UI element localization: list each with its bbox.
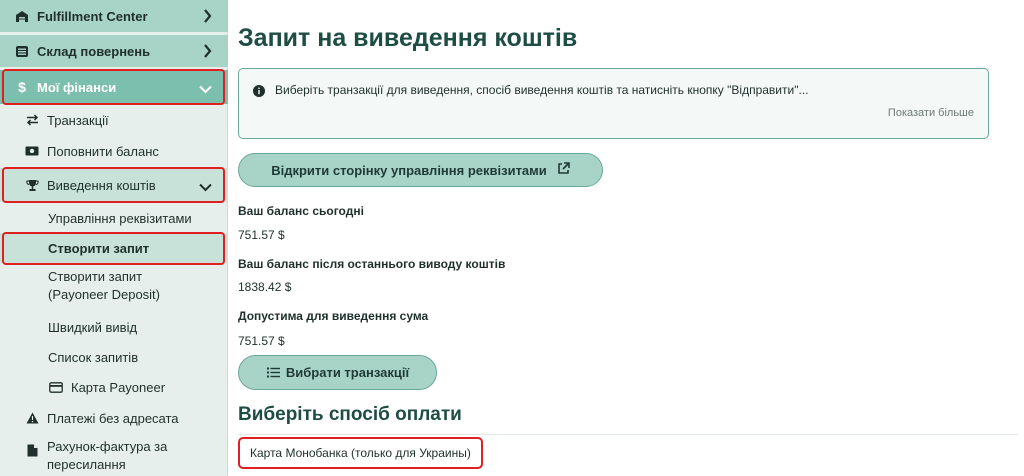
sidebar-item-topup[interactable]: Поповнити баланс bbox=[0, 137, 228, 165]
sidebar-item-create-request-payoneer[interactable]: Створити запит (Payoneer Deposit) bbox=[0, 268, 228, 308]
sidebar-item-label: Платежі без адресата bbox=[47, 410, 179, 426]
open-requisites-label: Відкрити сторінку управління реквізитами bbox=[271, 162, 547, 178]
allowed-amount-value: 751.57 $ bbox=[238, 334, 285, 348]
sidebar-item-label: Список запитів bbox=[48, 349, 139, 365]
info-icon bbox=[253, 84, 265, 102]
sidebar-item-withdrawal[interactable]: Виведення коштів bbox=[0, 168, 228, 202]
sidebar-item-returns[interactable]: Склад повернень bbox=[0, 35, 228, 67]
sidebar-item-label: Мої фінанси bbox=[37, 79, 117, 95]
payment-method-row: Карта Монобанка (только для Украины) bbox=[238, 434, 1018, 470]
exchange-arrows-icon bbox=[24, 112, 40, 128]
list-icon bbox=[266, 365, 282, 381]
chevron-down-icon bbox=[199, 180, 212, 195]
sidebar-item-fulfillment[interactable]: Fulfillment Center bbox=[0, 0, 228, 32]
open-requisites-button[interactable]: Відкрити сторінку управління реквізитами bbox=[238, 153, 603, 187]
sidebar-item-quick-withdrawal[interactable]: Швидкий вивід bbox=[0, 313, 228, 341]
money-bill-icon bbox=[24, 143, 40, 159]
warehouse-icon bbox=[14, 8, 30, 24]
sidebar-item-label: Карта Payoneer bbox=[71, 379, 166, 395]
sidebar: Fulfillment Center Склад повернень $ Мої… bbox=[0, 0, 228, 476]
sidebar-item-label: Рахунок-фактура за пересилання bbox=[47, 439, 168, 472]
sidebar-item-label: Створити запит bbox=[48, 240, 150, 256]
sidebar-item-finances[interactable]: $ Мої фінанси bbox=[0, 70, 228, 104]
balance-after-label: Ваш баланс після останнього виводу кошті… bbox=[238, 257, 506, 271]
sidebar-item-label: Склад повернень bbox=[37, 43, 151, 59]
allowed-amount-label: Допустима для виведення сума bbox=[238, 309, 429, 323]
sidebar-item-create-request[interactable]: Створити запит bbox=[0, 233, 228, 263]
credit-card-icon bbox=[48, 379, 64, 395]
page-title: Запит на виведення коштів bbox=[238, 24, 578, 52]
sidebar-item-transactions[interactable]: Транзакції bbox=[0, 106, 228, 134]
sidebar-item-label: Управління реквізитами bbox=[48, 210, 192, 226]
chevron-right-icon bbox=[203, 44, 212, 61]
info-text: Виберіть транзакції для виведення, спосі… bbox=[275, 83, 809, 97]
sidebar-item-label: Транзакції bbox=[47, 112, 109, 128]
payment-option-monobank[interactable]: Карта Монобанка (только для Украины) bbox=[238, 437, 483, 469]
sidebar-item-label: Виведення коштів bbox=[47, 177, 156, 193]
trophy-icon bbox=[24, 177, 40, 193]
list-box-icon bbox=[14, 43, 30, 59]
select-transactions-button[interactable]: Вибрати транзакції bbox=[238, 355, 437, 390]
sidebar-item-unassigned-payments[interactable]: Платежі без адресата bbox=[0, 404, 228, 432]
info-box: Виберіть транзакції для виведення, спосі… bbox=[238, 68, 989, 139]
sidebar-item-label: Швидкий вивід bbox=[48, 319, 138, 335]
chevron-right-icon bbox=[203, 9, 212, 26]
main-content: Запит на виведення коштів Виберіть транз… bbox=[238, 0, 1018, 476]
sidebar-item-invoice[interactable]: Рахунок-фактура за пересилання bbox=[0, 438, 228, 476]
chevron-down-icon bbox=[199, 82, 212, 97]
dollar-icon: $ bbox=[18, 79, 26, 95]
payment-method-title: Виберіть спосіб оплати bbox=[238, 404, 462, 425]
sidebar-item-label: Поповнити баланс bbox=[47, 143, 159, 159]
select-transactions-label: Вибрати транзакції bbox=[285, 365, 410, 380]
balance-today-label: Ваш баланс сьогодні bbox=[238, 204, 364, 218]
sidebar-item-requests-list[interactable]: Список запитів bbox=[0, 343, 228, 371]
external-link-icon bbox=[557, 162, 570, 178]
document-icon bbox=[24, 442, 40, 458]
sidebar-item-label: Fulfillment Center bbox=[37, 8, 148, 24]
sidebar-item-label: Створити запит (Payoneer Deposit) bbox=[48, 269, 160, 302]
balance-today-value: 751.57 $ bbox=[238, 228, 285, 242]
sidebar-item-manage-requisites[interactable]: Управління реквізитами bbox=[0, 204, 228, 232]
sidebar-item-payoneer-card[interactable]: Карта Payoneer bbox=[0, 373, 228, 401]
warning-icon bbox=[24, 410, 40, 426]
balance-after-value: 1838.42 $ bbox=[238, 280, 292, 294]
show-more-link[interactable]: Показати більше bbox=[888, 107, 974, 119]
